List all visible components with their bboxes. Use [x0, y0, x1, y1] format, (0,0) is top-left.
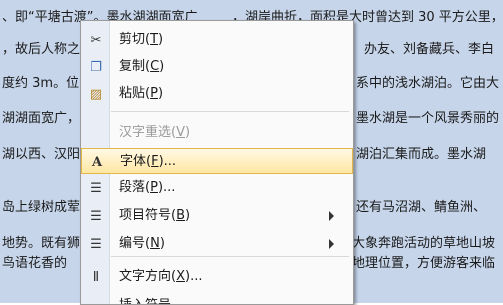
accelerator-key: N [150, 236, 160, 251]
accel-paren-close: ) [157, 86, 164, 101]
document-text-right: 地理位置，方便游客来临 [352, 256, 496, 271]
menu-item-text: 插入符号 [119, 298, 171, 304]
accel-paren-close: ) [185, 125, 191, 140]
menu-item-bullets[interactable]: ☰ 项目符号(B) [81, 203, 353, 229]
menu-item-label: 文字方向(X)... [119, 268, 202, 286]
menu-item-text: 字体 [120, 154, 147, 169]
scissors-icon: ✂ [90, 32, 102, 48]
accelerator-key: P [150, 180, 158, 195]
document-text-left: 湖以西、汉阳 [2, 147, 81, 162]
document-text-right: 系中的浅水湖泊。它由大 [356, 76, 500, 91]
copy-icon: ❐ [90, 59, 102, 75]
menu-item-ellipsis: ... [163, 180, 176, 195]
accelerator-key: B [176, 208, 186, 223]
accelerator-key: C [150, 59, 160, 74]
menu-item-text: 复制 [119, 59, 146, 74]
menu-item-reconvert: 汉字重选(V) [81, 120, 353, 146]
menu-item-label: 编号(N) [119, 235, 165, 253]
document-text-right: 大象奔跑活动的草地山坡 [352, 236, 496, 251]
paste-icon: ▨ [89, 86, 103, 102]
menu-item-text: 粘贴 [119, 86, 146, 101]
document-text-right: 还有马沼湖、鲭鱼洲、 [356, 200, 487, 215]
text-direction-icon: Ⅱ [92, 269, 100, 285]
accel-paren-close: ) [185, 208, 191, 223]
accel-paren-close: ) [159, 236, 165, 251]
menu-item-ellipsis: ... [163, 154, 177, 169]
menu-item-label: 汉字重选(V) [119, 124, 190, 142]
menu-separator [111, 111, 349, 112]
menu-item-paragraph[interactable]: ☰ 段落(P)... [81, 175, 353, 201]
menu-item-cut[interactable]: ✂ 剪切(T) [81, 27, 353, 53]
menu-item-text: 汉字重选 [119, 125, 172, 140]
document-text-left: ，故后人称之 [2, 42, 81, 57]
menu-item-text: 项目符号 [119, 208, 172, 223]
document-text-left: 鸟语花香的 [2, 256, 68, 271]
menu-item-ellipsis: ... [190, 269, 203, 284]
paragraph-icon: ☰ [90, 180, 102, 196]
menu-item-text: 编号 [119, 236, 146, 251]
menu-item-label: 字体(F)... [120, 153, 176, 171]
menu-item-label: 项目符号(B) [119, 207, 190, 225]
menu-item-label: 剪切(T) [119, 31, 163, 49]
accelerator-key: T [150, 32, 159, 47]
accel-paren-close: ) [159, 59, 165, 74]
menu-item-font[interactable]: A 字体(F)... [81, 148, 353, 174]
document-text-left: 岛上绿树成荤 [2, 200, 81, 215]
menu-item-text: 剪切 [119, 32, 146, 47]
accelerator-key: X [176, 269, 185, 284]
accel-paren-close: ) [158, 32, 164, 47]
submenu-arrow-icon [329, 239, 334, 249]
menu-item-label: 段落(P)... [119, 179, 175, 197]
document-text-right: 湖泊汇集而成。墨水湖 [356, 147, 487, 162]
document-text-right: 办友、刘备藏兵、李白 [364, 42, 495, 57]
font-icon: A [91, 154, 103, 170]
document-text-left: 地势。既有狮 [2, 236, 81, 251]
accelerator-key: F [151, 154, 159, 169]
menu-item-paste[interactable]: ▨ 粘贴(P) [81, 81, 353, 107]
accelerator-key: V [176, 125, 185, 140]
submenu-arrow-icon [329, 211, 334, 221]
accelerator-key: P [150, 86, 158, 101]
menu-item-insert-symbol-partial[interactable]: 插入符号 [81, 293, 353, 304]
menu-item-label: 粘贴(P) [119, 85, 163, 103]
context-menu: ✂ 剪切(T) ❐ 复制(C) ▨ 粘贴(P) 汉字重选(V) A 字体(F)... ☰ 段落(P)… [80, 20, 354, 305]
menu-item-text: 文字方向 [119, 269, 172, 284]
menu-item-text-direction[interactable]: Ⅱ 文字方向(X)... [81, 264, 353, 290]
menu-item-numbering[interactable]: ☰ 编号(N) [81, 231, 353, 257]
bullets-icon: ☰ [90, 208, 102, 224]
numbering-icon: ☰ [90, 236, 102, 252]
document-text-left: 度约 3m。位 [2, 76, 80, 91]
menu-item-copy[interactable]: ❐ 复制(C) [81, 54, 353, 80]
menu-item-text: 段落 [119, 180, 146, 195]
document-text-left: 湖湖面宽广， [2, 111, 81, 126]
menu-item-label: 复制(C) [119, 58, 164, 76]
document-text-right: 墨水湖是一个风景秀丽的 [356, 111, 500, 126]
